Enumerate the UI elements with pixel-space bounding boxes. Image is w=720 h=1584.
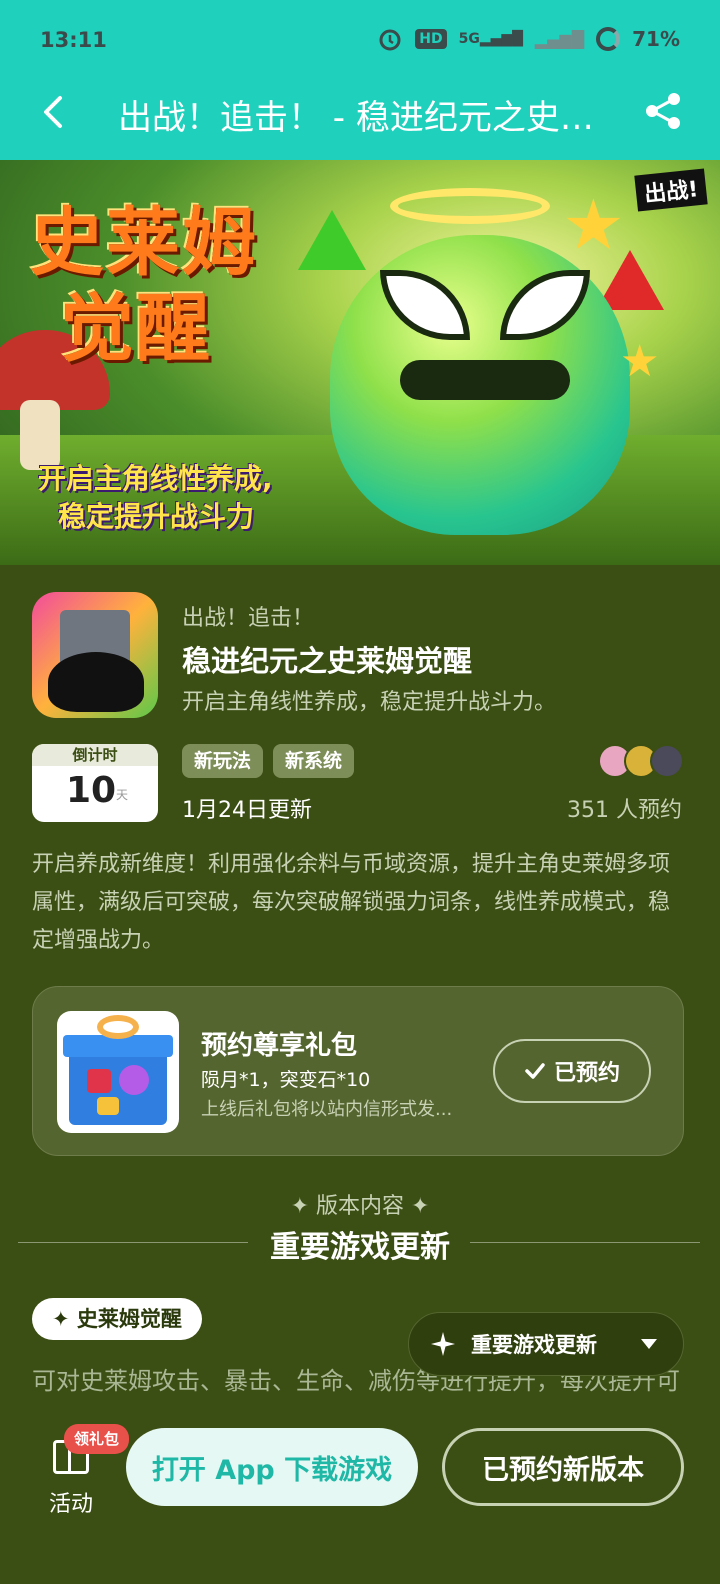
activity-label: 活动 xyxy=(48,1492,93,1517)
signal-5g-icon: 5G▂▄▆█ xyxy=(458,31,523,47)
section-jump-pill[interactable]: 重要游戏更新 xyxy=(408,1312,684,1376)
reserved-button[interactable]: 已预约 xyxy=(493,1039,651,1103)
gift-card[interactable]: 预约尊享礼包 陨月*1，突变石*10 上线后礼包将以站内信形式发... 已预约 xyxy=(32,986,684,1156)
countdown-badge: 倒计时 10 天 xyxy=(32,744,158,822)
check-icon xyxy=(525,1063,545,1079)
top-bar: 13:11 HD 5G▂▄▆█ ▂▄▆█ 71% 出战！追击！ - 稳进纪元之史… xyxy=(0,0,720,160)
battery-level: 71% xyxy=(632,27,680,51)
countdown-label: 倒计时 xyxy=(32,744,158,766)
countdown-unit: 天 xyxy=(116,788,129,802)
update-date: 1月24日更新 xyxy=(182,798,312,823)
title-bar: 出战！追击！ - 稳进纪元之史… xyxy=(0,84,720,160)
gem-rainbow xyxy=(119,1065,149,1095)
chevron-down-icon xyxy=(641,1339,657,1349)
feature-chip: ✦ 史莱姆觉醒 xyxy=(32,1298,202,1340)
blob-shape xyxy=(48,652,144,712)
alarm-icon xyxy=(379,29,401,51)
signal-icon: ▂▄▆█ xyxy=(534,29,585,49)
green-arrow-icon xyxy=(298,210,366,270)
battery-ring-icon xyxy=(596,27,621,51)
app-description: 开启养成新维度！利用强化余料与币域资源，提升主角史莱姆多项属性，满级后可突破，每… xyxy=(32,852,671,953)
hero-banner[interactable]: 史莱姆 觉醒 开启主角线性养成, 稳定提升战斗力 ★ ★ 出战! xyxy=(0,160,720,565)
version-section-title: 重要游戏更新 xyxy=(270,1230,450,1265)
version-section-label: ✦ 版本内容 ✦ xyxy=(290,1194,430,1219)
countdown-value: 10 xyxy=(66,770,117,811)
app-slogan: 开启主角线性养成，稳定提升战斗力。 xyxy=(182,690,557,715)
app-name: 稳进纪元之史莱姆觉醒 xyxy=(182,644,473,678)
tag-new-gameplay: 新玩法 xyxy=(182,744,264,778)
sparkle-icon xyxy=(431,1332,455,1356)
banner-logo-line1: 史莱姆 xyxy=(30,200,258,286)
gift-title: 预约尊享礼包 xyxy=(201,1031,358,1061)
section-jump-label: 重要游戏更新 xyxy=(471,1333,597,1357)
banner-logo-line2: 觉醒 xyxy=(60,286,212,372)
gift-items: 陨月*1，突变石*10 xyxy=(201,1069,371,1091)
avatar xyxy=(650,744,684,778)
reserver-avatars xyxy=(598,744,684,778)
status-time: 13:11 xyxy=(40,28,107,52)
banner-logo: 史莱姆 觉醒 xyxy=(30,200,290,372)
banner-tagline-line1: 开启主角线性养成, xyxy=(38,462,273,495)
page-title: 出战！追击！ - 稳进纪元之史… xyxy=(118,98,594,138)
gem-yellow xyxy=(97,1097,119,1115)
app-icon xyxy=(32,592,158,718)
star-icon-small: ★ xyxy=(620,336,660,387)
reserved-button-label: 已预约 xyxy=(553,1061,620,1086)
banner-tagline: 开启主角线性养成, 稳定提升战斗力 xyxy=(38,460,338,536)
banner-tagline-line2: 稳定提升战斗力 xyxy=(58,500,255,533)
open-app-button[interactable]: 打开 App 下载游戏 xyxy=(126,1428,418,1506)
chevron-left-icon[interactable] xyxy=(34,92,74,132)
halo-icon xyxy=(390,188,550,224)
gem-red xyxy=(87,1069,111,1093)
slime-mouth xyxy=(400,360,570,400)
gift-box-image xyxy=(57,1011,179,1133)
share-icon[interactable] xyxy=(642,90,684,132)
corner-logo: 出战! xyxy=(634,168,708,212)
gift-badge: 领礼包 xyxy=(64,1424,130,1454)
status-icons: HD 5G▂▄▆█ ▂▄▆█ 71% xyxy=(377,26,680,52)
gift-bow xyxy=(97,1015,139,1039)
hd-icon: HD xyxy=(415,29,447,49)
gift-note: 上线后礼包将以站内信形式发... xyxy=(201,1099,453,1120)
bottom-bar: 活动 领礼包 打开 App 下载游戏 已预约新版本 xyxy=(0,1406,720,1584)
reserve-count: 351 人预约 xyxy=(567,798,682,823)
reserved-new-version-button[interactable]: 已预约新版本 xyxy=(442,1428,684,1506)
status-bar: 13:11 HD 5G▂▄▆█ ▂▄▆█ 71% xyxy=(0,0,720,84)
star-icon: ★ xyxy=(562,184,625,266)
network-5g-label: 5G xyxy=(458,31,480,47)
app-developer: 出战！追击！ xyxy=(182,606,315,631)
tag-new-system: 新系统 xyxy=(273,744,355,778)
